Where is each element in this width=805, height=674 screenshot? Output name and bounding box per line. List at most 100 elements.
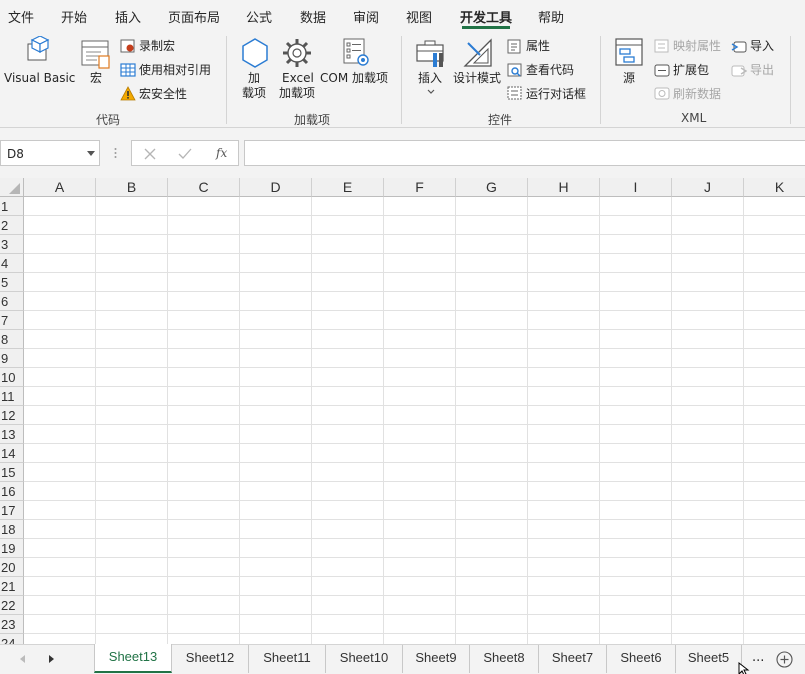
refresh-icon — [654, 87, 670, 100]
sheet-tab-sheet10[interactable]: Sheet10 — [326, 645, 403, 673]
more-sheets-button[interactable]: ... — [752, 651, 764, 665]
tab-insert[interactable]: 插入 — [115, 7, 141, 26]
column-header-d[interactable]: D — [240, 178, 312, 197]
tab-help[interactable]: 帮助 — [538, 7, 564, 26]
group-label-xml: XML — [681, 111, 707, 125]
row-header-2[interactable]: 2 — [0, 216, 24, 235]
sheet-tab-sheet8[interactable]: Sheet8 — [470, 645, 539, 673]
sheet-tab-sheet13[interactable]: Sheet13 — [94, 644, 172, 673]
tab-home[interactable]: 开始 — [61, 7, 87, 26]
expansion-packs-label: 扩展包 — [673, 63, 710, 77]
sheet-tab-bar: Sheet13 Sheet12 Sheet11 Sheet10 Sheet9 Sheet8… — [0, 644, 805, 674]
menu-bar: 文件 开始 插入 页面布局 公式 数据 审阅 视图 开发工具 帮助 — [0, 0, 805, 30]
tab-data[interactable]: 数据 — [300, 7, 326, 26]
select-all-icon — [9, 183, 20, 194]
group-separator — [401, 36, 402, 124]
xml-source-icon — [615, 38, 643, 66]
scroll-left-icon[interactable] — [20, 655, 25, 663]
row-header-1[interactable]: 1 — [0, 197, 24, 216]
row-header-23[interactable]: 23 — [0, 615, 24, 634]
tab-file[interactable]: 文件 — [8, 7, 34, 26]
sheet-tab-sheet11[interactable]: Sheet11 — [249, 645, 326, 673]
insert-function-button[interactable]: fx — [216, 146, 227, 160]
row-header-22[interactable]: 22 — [0, 596, 24, 615]
row-header-11[interactable]: 11 — [0, 387, 24, 406]
row-header-24[interactable]: 24 — [0, 634, 24, 644]
column-header-g[interactable]: G — [456, 178, 528, 197]
addins-label-2: 载项 — [242, 86, 267, 100]
com-addins-label: COM 加载项 — [320, 71, 388, 85]
sheet-tab-sheet5[interactable]: Sheet5 — [676, 645, 742, 673]
macro-security-label: 宏安全性 — [139, 87, 188, 101]
spreadsheet-grid: ABCDEFGHIJK 1 2 3 4 5 6 7 8 9 10 11 12 13 14 15 16 17 18 1… — [0, 178, 805, 644]
row-header-20[interactable]: 20 — [0, 558, 24, 577]
formula-actions: fx — [131, 140, 239, 166]
export-label: 导出 — [750, 63, 775, 77]
sheet-tab-sheet12[interactable]: Sheet12 — [172, 645, 249, 673]
column-header-k[interactable]: K — [744, 178, 805, 197]
column-header-a[interactable]: A — [24, 178, 96, 197]
export-icon — [731, 65, 747, 77]
row-gridline — [24, 424, 805, 425]
tab-view[interactable]: 视图 — [406, 7, 432, 26]
row-header-3[interactable]: 3 — [0, 235, 24, 254]
row-header-21[interactable]: 21 — [0, 577, 24, 596]
column-header-e[interactable]: E — [312, 178, 384, 197]
com-addins-icon — [343, 38, 369, 66]
row-header-4[interactable]: 4 — [0, 254, 24, 273]
select-all-corner[interactable] — [0, 178, 24, 197]
expansion-packs-icon — [654, 64, 670, 77]
scroll-right-icon[interactable] — [49, 655, 54, 663]
import-icon — [731, 41, 747, 53]
row-header-6[interactable]: 6 — [0, 292, 24, 311]
macros-icon — [81, 40, 110, 69]
row-header-14[interactable]: 14 — [0, 444, 24, 463]
tab-review[interactable]: 审阅 — [353, 7, 379, 26]
group-label-addins: 加载项 — [294, 113, 331, 127]
row-header-7[interactable]: 7 — [0, 311, 24, 330]
row-header-10[interactable]: 10 — [0, 368, 24, 387]
tab-developer[interactable]: 开发工具 — [460, 7, 512, 26]
drag-handle-icon[interactable] — [114, 146, 117, 160]
cancel-icon[interactable] — [144, 148, 156, 160]
column-header-c[interactable]: C — [168, 178, 240, 197]
tab-page-layout[interactable]: 页面布局 — [168, 7, 220, 26]
row-header-16[interactable]: 16 — [0, 482, 24, 501]
row-header-19[interactable]: 19 — [0, 539, 24, 558]
row-header-5[interactable]: 5 — [0, 273, 24, 292]
properties-label: 属性 — [526, 39, 551, 53]
row-header-17[interactable]: 17 — [0, 501, 24, 520]
add-sheet-icon[interactable] — [776, 651, 793, 668]
run-dialog-label: 运行对话框 — [526, 87, 587, 101]
gear-icon — [283, 39, 311, 67]
column-header-h[interactable]: H — [528, 178, 600, 197]
row-gridline — [24, 348, 805, 349]
excel-addins-label-1: Excel — [282, 71, 314, 85]
row-header-15[interactable]: 15 — [0, 463, 24, 482]
row-header-9[interactable]: 9 — [0, 349, 24, 368]
tab-formulas[interactable]: 公式 — [246, 7, 272, 26]
column-header-b[interactable]: B — [96, 178, 168, 197]
row-header-8[interactable]: 8 — [0, 330, 24, 349]
row-header-12[interactable]: 12 — [0, 406, 24, 425]
column-header-f[interactable]: F — [384, 178, 456, 197]
ribbon: Visual Basic 宏 录制宏 使用相对引用 宏安全性 代码 加 载项 E… — [0, 30, 805, 128]
visual-basic-label: Visual Basic — [4, 71, 76, 85]
hexagon-icon — [242, 38, 268, 68]
sheet-tab-sheet6[interactable]: Sheet6 — [607, 645, 676, 673]
name-box[interactable]: D8 — [0, 140, 100, 166]
caret-down-icon[interactable] — [87, 151, 95, 156]
sheet-tab-sheet7[interactable]: Sheet7 — [539, 645, 607, 673]
column-header-i[interactable]: I — [600, 178, 672, 197]
sheet-tab-sheet9[interactable]: Sheet9 — [403, 645, 470, 673]
column-header-j[interactable]: J — [672, 178, 744, 197]
refresh-data-label: 刷新数据 — [673, 87, 722, 101]
formula-bar: D8 fx — [0, 128, 805, 178]
row-header-13[interactable]: 13 — [0, 425, 24, 444]
row-gridline — [24, 405, 805, 406]
row-gridline — [24, 519, 805, 520]
row-header-18[interactable]: 18 — [0, 520, 24, 539]
checkmark-icon[interactable] — [178, 148, 192, 160]
formula-input[interactable] — [244, 140, 805, 166]
row-gridline — [24, 272, 805, 273]
